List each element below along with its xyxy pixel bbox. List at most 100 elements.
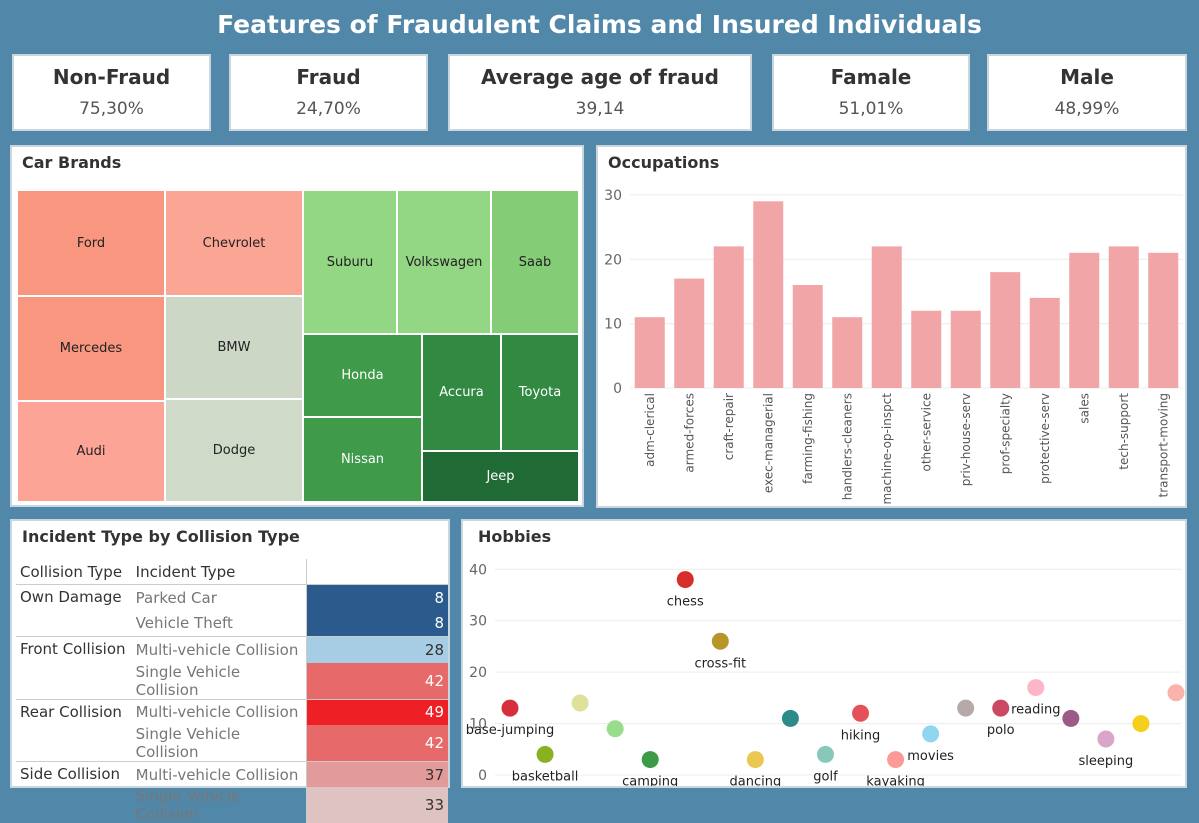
bar[interactable] bbox=[1108, 246, 1139, 388]
value-cell[interactable]: 8 bbox=[306, 610, 448, 637]
bar[interactable] bbox=[713, 246, 744, 388]
value-cell[interactable]: 37 bbox=[306, 760, 448, 788]
tile-saab[interactable]: Saab bbox=[491, 190, 579, 334]
value-cell[interactable]: 28 bbox=[306, 636, 448, 663]
tile-volkswagen[interactable]: Volkswagen bbox=[397, 190, 491, 334]
tile-label: Honda bbox=[341, 368, 384, 383]
bar[interactable] bbox=[1069, 252, 1100, 388]
collision-cell: Own Damage bbox=[16, 584, 132, 637]
bar[interactable] bbox=[634, 317, 665, 388]
bar[interactable] bbox=[990, 272, 1021, 388]
data-point[interactable] bbox=[1097, 730, 1115, 748]
tile-label: Ford bbox=[76, 235, 106, 251]
tile-honda[interactable]: Honda bbox=[303, 334, 422, 417]
tile-label: Volkswagen bbox=[405, 254, 483, 270]
data-point[interactable] bbox=[1027, 679, 1045, 697]
bar[interactable] bbox=[1148, 252, 1179, 388]
incident-cell: Multi-vehicle Collision bbox=[131, 698, 307, 725]
data-point[interactable] bbox=[852, 704, 870, 722]
data-point[interactable] bbox=[711, 632, 729, 650]
kpi-fraud: Fraud 24,70% bbox=[229, 54, 428, 131]
occupations-chart: 0 10 20 30 adm-clerical armed-forces craft-rep… bbox=[604, 188, 1183, 505]
y-tick-label: 0 bbox=[613, 381, 622, 397]
value-cell[interactable]: 8 bbox=[306, 584, 448, 611]
tile-jeep[interactable]: Jeep bbox=[422, 451, 579, 502]
value-cell[interactable]: 42 bbox=[306, 724, 448, 762]
tile-accura[interactable]: Accura bbox=[422, 334, 501, 451]
tile-suburu[interactable]: Suburu bbox=[303, 190, 397, 334]
tile-label: Jeep bbox=[486, 469, 515, 484]
point-label: reading bbox=[1011, 703, 1060, 718]
bar[interactable] bbox=[674, 278, 705, 388]
kpi-female: Famale 51,01% bbox=[772, 54, 970, 131]
data-point[interactable] bbox=[1132, 715, 1150, 733]
bar[interactable] bbox=[832, 317, 863, 388]
table-row: Front Collision Multi-vehicle Collision … bbox=[16, 636, 448, 700]
tile-label: Audi bbox=[76, 444, 106, 459]
bar[interactable] bbox=[871, 246, 902, 388]
tile-dodge[interactable]: Dodge bbox=[165, 399, 303, 502]
collision-cell: Front Collision bbox=[16, 636, 132, 700]
value-cell[interactable]: 33 bbox=[306, 787, 448, 823]
incident-cell: Single Vehicle Collision bbox=[131, 724, 307, 762]
tile-audi[interactable]: Audi bbox=[17, 401, 165, 502]
x-tick-label: protective-serv bbox=[1038, 393, 1052, 484]
x-tick-label: other-service bbox=[919, 393, 933, 472]
data-point[interactable] bbox=[781, 709, 799, 727]
tile-toyota[interactable]: Toyota bbox=[501, 334, 579, 451]
tile-label: Saab bbox=[518, 254, 552, 270]
kpi-label: Average age of fraud bbox=[481, 65, 719, 89]
data-point[interactable] bbox=[501, 699, 519, 717]
incident-cell: Multi-vehicle Collision bbox=[131, 636, 307, 663]
point-label: cross-fit bbox=[694, 656, 746, 671]
collision-cell: Side Collision bbox=[16, 760, 132, 823]
tile-label: Toyota bbox=[518, 385, 562, 400]
incident-cell: Single Vehicle Collision bbox=[131, 787, 307, 823]
data-point[interactable] bbox=[641, 751, 659, 769]
kpi-non-fraud: Non-Fraud 75,30% bbox=[12, 54, 211, 131]
data-point[interactable] bbox=[1167, 684, 1185, 702]
data-point[interactable] bbox=[536, 745, 554, 763]
data-point[interactable] bbox=[1062, 709, 1080, 727]
table-row: Rear Collision Multi-vehicle Collision 4… bbox=[16, 698, 448, 762]
x-tick-label: craft-repair bbox=[722, 393, 736, 460]
data-point[interactable] bbox=[887, 751, 905, 769]
bar[interactable] bbox=[950, 310, 981, 388]
dashboard-title: Features of Fraudulent Claims and Insure… bbox=[217, 10, 982, 39]
data-point[interactable] bbox=[816, 745, 834, 763]
bar[interactable] bbox=[753, 201, 784, 388]
tile-chevrolet[interactable]: Chevrolet bbox=[165, 190, 303, 296]
data-point[interactable] bbox=[957, 699, 975, 717]
data-point[interactable] bbox=[922, 725, 940, 743]
bar[interactable] bbox=[792, 285, 823, 388]
tile-bmw[interactable]: BMW bbox=[165, 296, 303, 399]
point-label: camping bbox=[622, 775, 678, 786]
tile-ford[interactable]: Ford bbox=[17, 190, 165, 296]
bar[interactable] bbox=[1029, 297, 1060, 388]
data-point[interactable] bbox=[746, 751, 764, 769]
kpi-value: 24,70% bbox=[296, 99, 361, 119]
data-point[interactable] bbox=[992, 699, 1010, 717]
data-point[interactable] bbox=[571, 694, 589, 712]
header-value bbox=[306, 559, 448, 586]
tile-nissan[interactable]: Nissan bbox=[303, 417, 422, 502]
hobbies-chart: 010203040base-jumpingbasketball campingch… bbox=[466, 562, 1185, 786]
value-cell[interactable]: 49 bbox=[306, 698, 448, 725]
data-point[interactable] bbox=[676, 571, 694, 589]
y-tick-label: 20 bbox=[604, 252, 622, 268]
kpi-male: Male 48,99% bbox=[987, 54, 1187, 131]
collision-title: Incident Type by Collision Type bbox=[22, 527, 300, 546]
point-label: base-jumping bbox=[466, 723, 555, 738]
x-tick-label: armed-forces bbox=[682, 393, 696, 473]
car-brands-title: Car Brands bbox=[22, 153, 122, 172]
table-row: Own Damage Parked Car 8 bbox=[16, 584, 448, 637]
point-label: kayaking bbox=[866, 775, 925, 786]
x-tick-label: adm-clerical bbox=[643, 393, 657, 467]
tile-label: Suburu bbox=[326, 254, 374, 270]
bar[interactable] bbox=[911, 310, 942, 388]
incident-cell: Single Vehicle Collision bbox=[131, 662, 307, 700]
data-point[interactable] bbox=[606, 720, 624, 738]
tile-label: Accura bbox=[439, 385, 484, 400]
value-cell[interactable]: 42 bbox=[306, 662, 448, 700]
tile-mercedes[interactable]: Mercedes bbox=[17, 296, 165, 401]
